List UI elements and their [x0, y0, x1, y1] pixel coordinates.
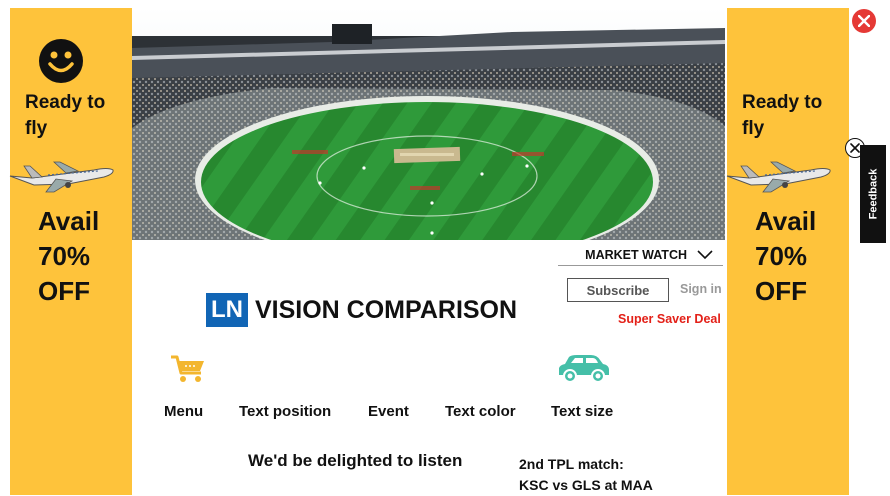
sign-in-link[interactable]: Sign in: [680, 282, 722, 296]
close-icon: [858, 15, 870, 27]
match-headline[interactable]: 2nd TPL match: KSC vs GLS at MAA: [519, 454, 653, 496]
match-line-1: 2nd TPL match:: [519, 456, 624, 472]
ad-offer: Avail 70% OFF: [38, 206, 100, 306]
super-saver-deal-link[interactable]: Super Saver Deal: [618, 312, 721, 326]
car-icon[interactable]: [555, 353, 611, 385]
right-ad-banner[interactable]: Ready to fly Avail 70% OFF: [726, 8, 849, 495]
chevron-down-icon: [697, 249, 713, 259]
stadium-hero-image: [132, 8, 725, 240]
nav-text-position[interactable]: Text position: [239, 403, 331, 420]
page-title: VISION COMPARISON: [255, 296, 518, 324]
market-watch-dropdown[interactable]: MARKET WATCH: [558, 244, 723, 266]
left-ad-banner[interactable]: Ready to fly Avail 70% OFF: [9, 8, 132, 495]
close-icon: [850, 143, 860, 153]
nav-menu[interactable]: Menu: [164, 403, 203, 420]
subscribe-button[interactable]: Subscribe: [567, 278, 669, 302]
feedback-label: Feedback: [867, 168, 879, 220]
nav-event[interactable]: Event: [368, 403, 409, 420]
listen-heading: We'd be delighted to listen: [248, 451, 463, 470]
ad-tagline: Ready to fly: [742, 92, 823, 139]
site-logo[interactable]: LN: [206, 293, 248, 327]
ad-tagline: Ready to fly: [25, 92, 106, 139]
market-watch-label: MARKET WATCH: [585, 247, 687, 262]
airplane-icon: [9, 161, 114, 193]
smiley-icon: [39, 39, 83, 83]
airplane-icon: [726, 161, 831, 193]
ad-offer: Avail 70% OFF: [755, 206, 817, 306]
nav-text-color[interactable]: Text color: [445, 403, 516, 420]
cart-icon[interactable]: [170, 354, 206, 384]
close-ad-button[interactable]: [852, 9, 876, 33]
nav-text-size[interactable]: Text size: [551, 403, 613, 420]
feedback-tab[interactable]: Feedback: [860, 145, 886, 243]
match-line-2: KSC vs GLS at MAA: [519, 477, 653, 493]
